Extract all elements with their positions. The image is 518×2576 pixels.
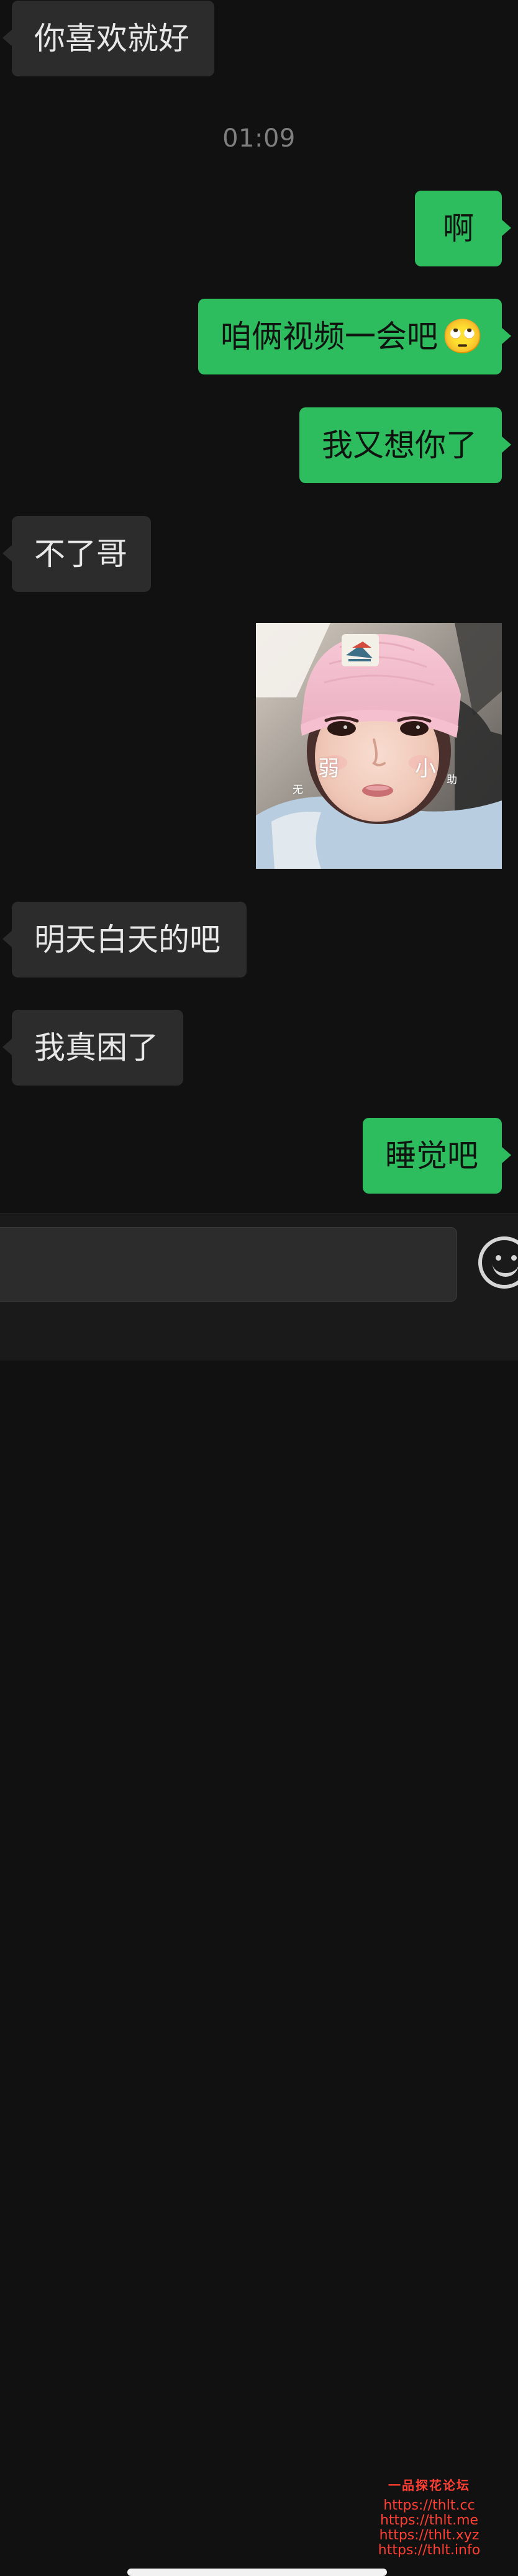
timestamp: 01:09 (222, 124, 296, 153)
watermark-link: https://thlt.info (378, 2542, 481, 2559)
sticker-label-help: 助 (447, 774, 457, 786)
watermark-link: https://thlt.cc (383, 2498, 475, 2513)
sticker-image[interactable]: 弱 小 无 助 (256, 623, 502, 869)
message-input[interactable] (0, 1227, 457, 1302)
message-bubble-incoming[interactable]: 我真困了 (2, 1010, 183, 1086)
message-bubble-incoming[interactable]: 明天白天的吧 (2, 902, 247, 977)
message-text: 不了哥 (34, 536, 127, 572)
smiley-eye-left (496, 1255, 501, 1261)
message-bubble-outgoing[interactable]: 咱俩视频一会吧 🙄 (198, 299, 511, 374)
sticker-label-small: 小 (415, 756, 436, 781)
watermark-link: https://thlt.me (379, 2513, 479, 2529)
message-text: 我真困了 (34, 1030, 158, 1066)
message-text: 睡觉吧 (385, 1138, 478, 1174)
watermark: 一品探花论坛 https://thlt.cc https://thlt.me h… (376, 2479, 482, 2558)
sticker-label-none: 无 (293, 784, 303, 796)
input-area: 一品探花论坛 https://thlt.cc https://thlt.me h… (0, 1213, 518, 2576)
smiley-mouth (493, 1261, 518, 1277)
message-text: 我又想你了 (322, 427, 477, 463)
watermark-title: 一品探花论坛 (388, 2478, 470, 2493)
smiley-eye-right (511, 1255, 517, 1261)
message-text: 你喜欢就好 (34, 20, 189, 57)
message-bubble-outgoing[interactable]: 睡觉吧 (363, 1118, 511, 1194)
chat-transcript: 你喜欢就好 01:09 啊 咱俩视频一会吧 🙄 我又想你了 不了哥 弱 小 无 … (0, 0, 518, 1213)
sticker-label-weak: 弱 (318, 756, 339, 781)
message-text: 明天白天的吧 (34, 922, 220, 958)
home-indicator[interactable] (127, 2569, 387, 2576)
rolling-eyes-icon: 🙄 (442, 317, 484, 356)
message-bubble-outgoing[interactable]: 我又想你了 (299, 407, 511, 483)
message-bubble-incoming[interactable]: 不了哥 (2, 516, 151, 592)
message-bubble-incoming[interactable]: 你喜欢就好 (2, 1, 214, 76)
watermark-link: https://thlt.xyz (379, 2528, 479, 2544)
message-bubble-outgoing[interactable]: 啊 (415, 191, 511, 266)
smiley-icon[interactable] (478, 1236, 518, 1289)
message-text: 咱俩视频一会吧 (220, 319, 438, 355)
message-text: 啊 (443, 211, 474, 247)
